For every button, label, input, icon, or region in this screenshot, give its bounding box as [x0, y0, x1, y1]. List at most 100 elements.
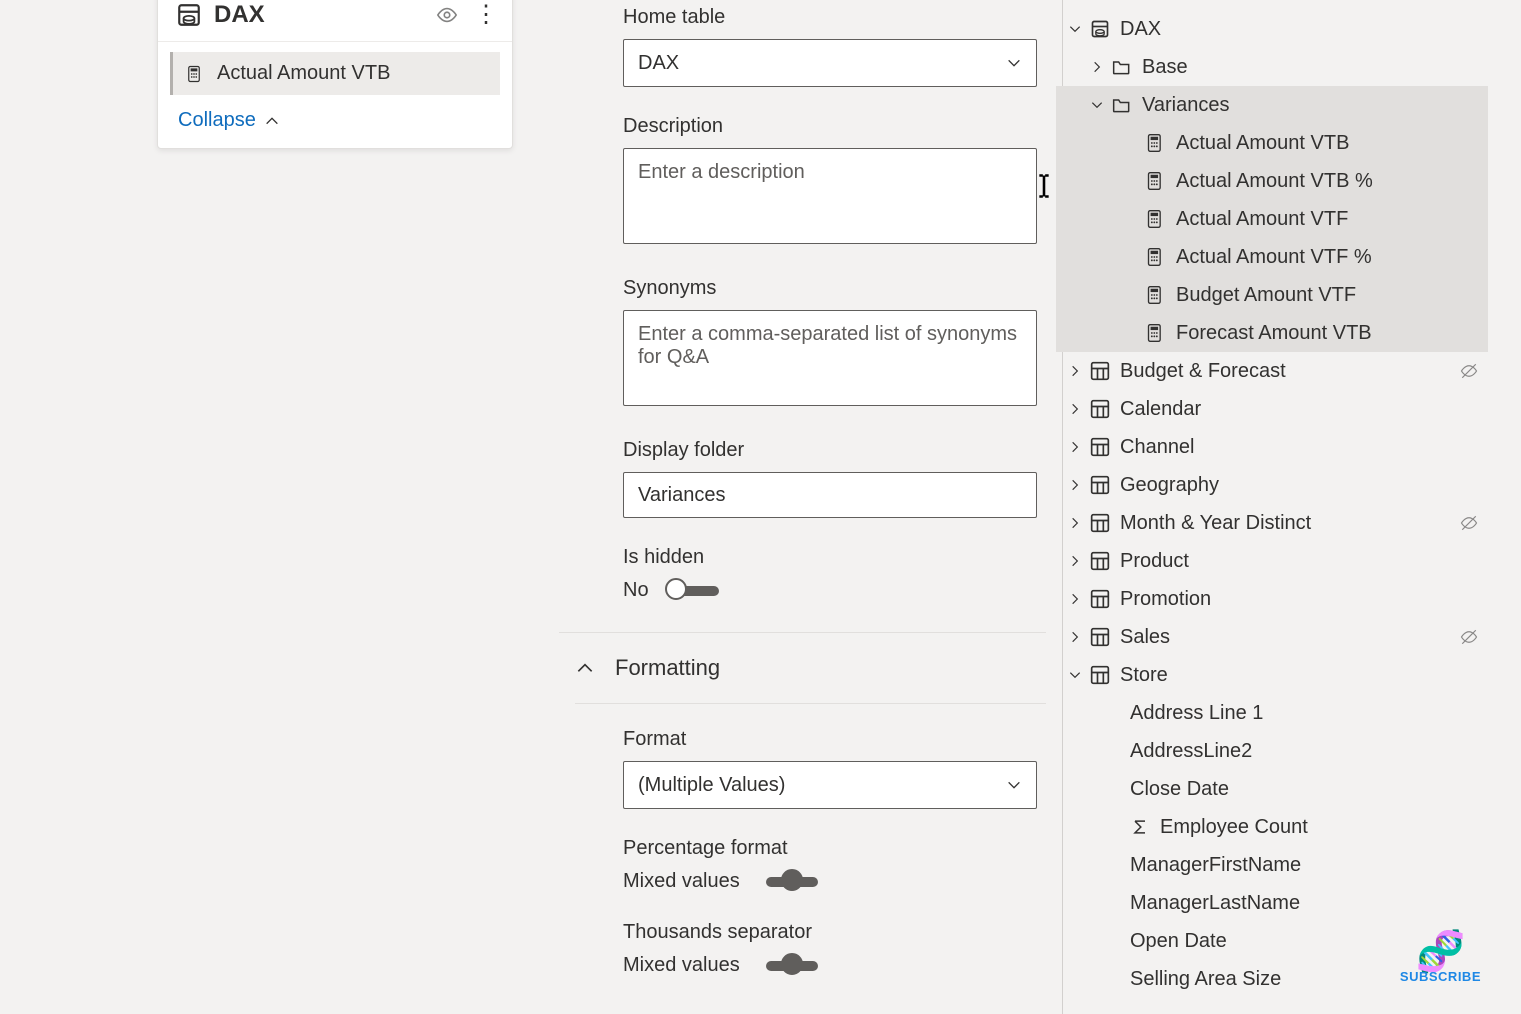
tree-table-8[interactable]: Store: [1068, 656, 1488, 694]
tree-label: ManagerFirstName: [1130, 854, 1478, 877]
tree-column-2[interactable]: Close Date: [1068, 770, 1488, 808]
formatting-title: Formatting: [615, 655, 720, 681]
table-icon: [1090, 361, 1110, 381]
chevron-right-icon: [1068, 554, 1082, 568]
folder-icon: [1112, 95, 1132, 115]
chevron-right-icon: [1090, 60, 1104, 74]
tree-label: Actual Amount VTB %: [1176, 170, 1478, 193]
description-label: Description: [623, 115, 1046, 138]
chevron-right-icon: [1068, 630, 1082, 644]
tree-table-2[interactable]: Channel: [1068, 428, 1488, 466]
subscribe-badge: 🧬 SUBSCRIBE: [1400, 935, 1481, 984]
home-table-select[interactable]: DAX: [623, 39, 1037, 87]
tree-table-3[interactable]: Geography: [1068, 466, 1488, 504]
properties-panel: Home table DAX Description Synonyms Disp…: [623, 0, 1063, 1014]
chevron-right-icon: [1068, 592, 1082, 606]
synonyms-input[interactable]: [623, 310, 1037, 406]
tree-label: DAX: [1120, 18, 1478, 41]
tree-table-0[interactable]: Budget & Forecast: [1068, 352, 1488, 390]
card-header: DAX ⋮: [158, 1, 512, 42]
chevron-down-icon: [1006, 777, 1022, 793]
measure-icon: [1146, 171, 1166, 191]
tree-measure-1[interactable]: Actual Amount VTB %: [1056, 162, 1488, 200]
tree-column-3[interactable]: Employee Count: [1068, 808, 1488, 846]
tree-column-0[interactable]: Address Line 1: [1068, 694, 1488, 732]
tree-table-5[interactable]: Product: [1068, 542, 1488, 580]
tree-table-7[interactable]: Sales: [1068, 618, 1488, 656]
percentage-toggle[interactable]: [766, 877, 818, 887]
percentage-value: Mixed values: [623, 870, 740, 893]
thousands-toggle[interactable]: [766, 961, 818, 971]
chevron-up-icon: [264, 113, 280, 129]
is-hidden-toggle[interactable]: [667, 586, 719, 596]
tree-label: Actual Amount VTF %: [1176, 246, 1478, 269]
measure-icon: [1146, 323, 1166, 343]
tree-label: Product: [1120, 550, 1478, 573]
tree-table-4[interactable]: Month & Year Distinct: [1068, 504, 1488, 542]
is-hidden-value: No: [623, 579, 649, 602]
tree-measure-0[interactable]: Actual Amount VTB: [1056, 124, 1488, 162]
measure-icon: [1146, 209, 1166, 229]
tree-label: Channel: [1120, 436, 1478, 459]
tree-label: ManagerLastName: [1130, 892, 1478, 915]
tree-label: Sales: [1120, 626, 1460, 649]
tree-folder-base[interactable]: Base: [1068, 48, 1488, 86]
tree-table-1[interactable]: Calendar: [1068, 390, 1488, 428]
tree-label: Promotion: [1120, 588, 1478, 611]
measure-icon: [1146, 247, 1166, 267]
thousands-value: Mixed values: [623, 954, 740, 977]
formatting-section-header[interactable]: Formatting: [575, 633, 1046, 704]
home-table-value: DAX: [638, 52, 679, 75]
dna-icon: 🧬: [1400, 935, 1481, 969]
tree-label: Employee Count: [1160, 816, 1478, 839]
measure-icon: [1146, 133, 1166, 153]
tree-column-5[interactable]: ManagerLastName: [1068, 884, 1488, 922]
display-folder-input[interactable]: [623, 472, 1037, 518]
table-card: DAX ⋮ Actual Amount VTB Collapse: [157, 0, 513, 149]
tree-measure-2[interactable]: Actual Amount VTF: [1056, 200, 1488, 238]
tree-label: Calendar: [1120, 398, 1478, 421]
card-selected-measure[interactable]: Actual Amount VTB: [170, 52, 500, 95]
tree-label: Address Line 1: [1130, 702, 1478, 725]
hidden-icon: [1460, 514, 1478, 532]
tree-label: Actual Amount VTB: [1176, 132, 1478, 155]
tree-folder-variances[interactable]: Variances: [1056, 86, 1488, 124]
table-icon: [1090, 513, 1110, 533]
table-icon: [1090, 665, 1110, 685]
display-folder-label: Display folder: [623, 439, 1046, 462]
tree-column-1[interactable]: AddressLine2: [1068, 732, 1488, 770]
thousands-separator-label: Thousands separator: [623, 921, 1046, 944]
tree-measure-4[interactable]: Budget Amount VTF: [1056, 276, 1488, 314]
table-icon: [1090, 437, 1110, 457]
collapse-label: Collapse: [178, 109, 256, 132]
table-icon: [1090, 551, 1110, 571]
tree-label: Geography: [1120, 474, 1478, 497]
tree-label: Actual Amount VTF: [1176, 208, 1478, 231]
table-icon: [1090, 627, 1110, 647]
tree-column-4[interactable]: ManagerFirstName: [1068, 846, 1488, 884]
tree-table-6[interactable]: Promotion: [1068, 580, 1488, 618]
card-title: DAX: [214, 1, 436, 29]
table-db-icon: [1090, 19, 1110, 39]
subscribe-label: SUBSCRIBE: [1400, 969, 1481, 984]
chevron-down-icon: [1090, 98, 1104, 112]
chevron-down-icon: [1068, 22, 1082, 36]
chevron-right-icon: [1068, 440, 1082, 454]
tree-label: Base: [1142, 56, 1478, 79]
chevron-right-icon: [1068, 478, 1082, 492]
tree-label: Close Date: [1130, 778, 1478, 801]
tree-measure-3[interactable]: Actual Amount VTF %: [1056, 238, 1488, 276]
description-input[interactable]: [623, 148, 1037, 244]
format-select[interactable]: (Multiple Values): [623, 761, 1037, 809]
tree-label: Budget & Forecast: [1120, 360, 1460, 383]
tree-label: Variances: [1142, 94, 1478, 117]
visibility-icon[interactable]: [436, 4, 458, 26]
selected-measure-label: Actual Amount VTB: [217, 62, 390, 85]
tree-root-dax[interactable]: DAX: [1068, 10, 1488, 48]
more-options-icon[interactable]: ⋮: [474, 9, 498, 21]
tree-label: Store: [1120, 664, 1478, 687]
tree-label: AddressLine2: [1130, 740, 1478, 763]
collapse-link[interactable]: Collapse: [158, 95, 512, 136]
tree-measure-5[interactable]: Forecast Amount VTB: [1056, 314, 1488, 352]
tree-label: Budget Amount VTF: [1176, 284, 1478, 307]
